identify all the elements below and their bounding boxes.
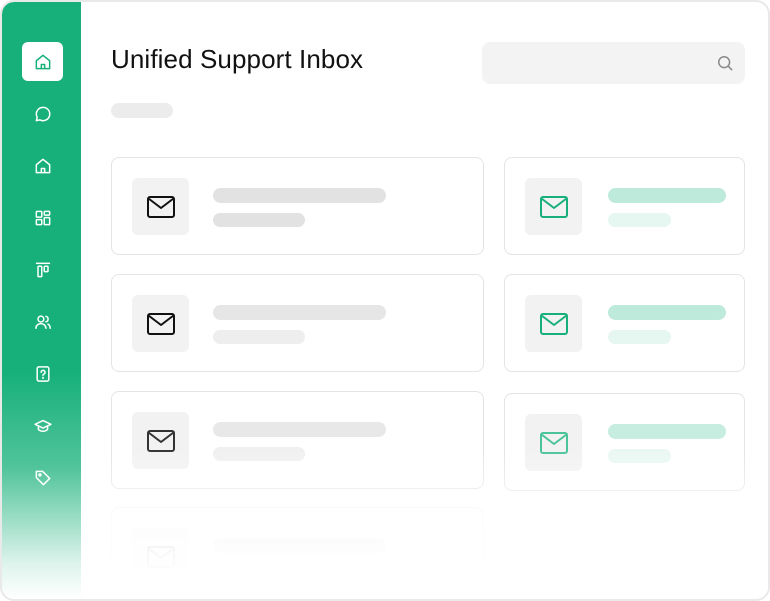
grid-icon xyxy=(35,210,50,225)
mail-icon xyxy=(539,195,568,218)
message-card[interactable] xyxy=(504,157,745,255)
message-card[interactable] xyxy=(111,507,484,599)
search-box[interactable] xyxy=(482,42,745,84)
message-icon-tile xyxy=(525,295,582,352)
help-icon xyxy=(35,365,50,382)
message-icon-tile xyxy=(132,178,189,235)
align-top-icon xyxy=(35,262,50,277)
page-title: Unified Support Inbox xyxy=(111,44,364,74)
preview-skeleton xyxy=(608,213,671,227)
filter-chip-placeholder[interactable] xyxy=(111,103,173,118)
app-window: Unified Support Inbox xyxy=(0,0,770,601)
message-card[interactable] xyxy=(111,274,484,372)
mail-icon xyxy=(146,545,175,568)
mail-icon xyxy=(539,312,568,335)
sidebar-item-tags[interactable] xyxy=(22,458,63,497)
mail-icon xyxy=(146,312,175,335)
sidebar-item-chat[interactable] xyxy=(22,94,63,133)
users-icon xyxy=(34,314,51,329)
sidebar-item-help[interactable] xyxy=(22,354,63,393)
home-icon xyxy=(35,54,50,69)
sidebar xyxy=(2,2,81,599)
preview-skeleton xyxy=(608,330,671,344)
sidebar-item-contacts[interactable] xyxy=(22,302,63,341)
sidebar-item-academy[interactable] xyxy=(22,406,63,445)
message-icon-tile xyxy=(132,528,189,585)
message-card[interactable] xyxy=(111,391,484,489)
subject-skeleton xyxy=(608,424,726,439)
sidebar-item-board[interactable] xyxy=(22,250,63,289)
search-input[interactable] xyxy=(482,42,730,84)
mail-icon xyxy=(539,431,568,454)
tag-icon xyxy=(35,470,50,485)
search-icon[interactable] xyxy=(715,53,735,73)
preview-skeleton xyxy=(608,449,671,463)
message-card[interactable] xyxy=(504,274,745,372)
mail-icon xyxy=(146,195,175,218)
chat-icon xyxy=(35,106,50,121)
home-icon xyxy=(35,158,50,173)
preview-skeleton xyxy=(213,447,305,461)
sidebar-item-home[interactable] xyxy=(22,42,63,81)
mail-icon xyxy=(146,429,175,452)
message-card[interactable] xyxy=(504,393,745,491)
message-icon-tile xyxy=(132,295,189,352)
subject-skeleton xyxy=(213,538,386,553)
subject-skeleton xyxy=(213,305,386,320)
message-icon-tile xyxy=(132,412,189,469)
subject-skeleton xyxy=(608,305,726,320)
message-icon-tile xyxy=(525,178,582,235)
subject-skeleton xyxy=(213,422,386,437)
sidebar-item-home-2[interactable] xyxy=(22,146,63,185)
preview-skeleton xyxy=(213,213,305,227)
message-card[interactable] xyxy=(111,157,484,255)
subject-skeleton xyxy=(608,188,726,203)
message-icon-tile xyxy=(525,414,582,471)
subject-skeleton xyxy=(213,188,386,203)
sidebar-item-dashboard[interactable] xyxy=(22,198,63,237)
graduation-cap-icon xyxy=(33,419,52,432)
preview-skeleton xyxy=(213,330,305,344)
